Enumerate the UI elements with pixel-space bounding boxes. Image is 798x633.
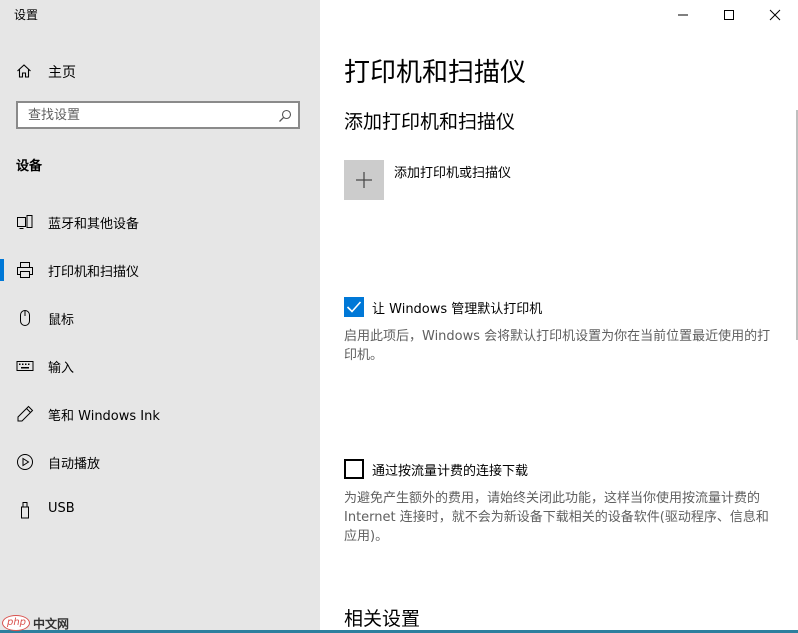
checkmark-icon [346, 301, 362, 313]
sidebar: 设置 主页 设备 蓝牙和其他设备 [0, 0, 320, 633]
settings-window: 设置 主页 设备 蓝牙和其他设备 [0, 0, 798, 633]
plus-icon [356, 172, 372, 188]
metered-download-checkbox[interactable] [344, 459, 364, 479]
app-title: 设置 [14, 8, 39, 22]
sidebar-item-label: 笔和 Windows Ink [48, 409, 160, 424]
sidebar-home[interactable]: 主页 [0, 56, 320, 86]
sidebar-item-label: 蓝牙和其他设备 [48, 217, 140, 232]
keyboard-icon [16, 357, 34, 375]
sidebar-item-label: 输入 [48, 361, 75, 376]
sidebar-item-pen[interactable]: 笔和 Windows Ink [0, 390, 320, 438]
bluetooth-devices-icon [16, 213, 34, 231]
mouse-icon [16, 309, 34, 327]
watermark-text: 中文网 [33, 617, 70, 631]
watermark-badge-text: php [7, 617, 27, 628]
search-input[interactable] [18, 103, 278, 127]
sidebar-item-bluetooth[interactable]: 蓝牙和其他设备 [0, 198, 320, 246]
sidebar-item-label: 自动播放 [48, 457, 101, 472]
watermark-logo: php 中文网 [2, 615, 84, 631]
page-title: 打印机和扫描仪 [344, 58, 527, 88]
watermark-badge: php [2, 615, 30, 631]
sidebar-section-heading: 设备 [16, 159, 43, 174]
add-printer-button[interactable] [344, 160, 384, 200]
add-section-heading: 添加打印机和扫描仪 [344, 111, 516, 133]
default-printer-description: 启用此项后，Windows 会将默认打印机设置为你在当前位置最近使用的打印机。 [344, 329, 771, 363]
search-icon[interactable] [278, 108, 292, 122]
sidebar-nav: 蓝牙和其他设备 打印机和扫描仪 鼠标 输入 笔和 Windows Ink 自动播… [0, 198, 320, 534]
sidebar-home-label: 主页 [48, 65, 76, 81]
metered-download-description: 为避免产生额外的费用，请始终关闭此功能，这样当你使用按流量计费的 Interne… [344, 491, 769, 544]
related-settings-heading: 相关设置 [344, 608, 421, 630]
sidebar-item-printers[interactable]: 打印机和扫描仪 [0, 246, 320, 294]
main-content: 打印机和扫描仪 添加打印机和扫描仪 添加打印机或扫描仪 让 Windows 管理… [344, 0, 784, 633]
sidebar-item-usb[interactable]: USB [0, 486, 320, 534]
usb-icon [16, 501, 34, 519]
default-printer-checkbox[interactable] [344, 297, 364, 317]
printer-icon [16, 261, 34, 279]
autoplay-icon [16, 453, 34, 471]
sidebar-item-label: 鼠标 [48, 313, 75, 328]
sidebar-item-label: USB [48, 501, 75, 516]
metered-download-label[interactable]: 通过按流量计费的连接下载 [372, 460, 528, 479]
sidebar-item-mouse[interactable]: 鼠标 [0, 294, 320, 342]
pen-icon [16, 405, 34, 423]
sidebar-item-typing[interactable]: 输入 [0, 342, 320, 390]
default-printer-label[interactable]: 让 Windows 管理默认打印机 [372, 298, 542, 317]
search-box [16, 101, 300, 129]
home-icon [16, 63, 32, 79]
sidebar-item-autoplay[interactable]: 自动播放 [0, 438, 320, 486]
sidebar-item-label: 打印机和扫描仪 [48, 265, 140, 280]
add-printer-label[interactable]: 添加打印机或扫描仪 [394, 162, 511, 181]
